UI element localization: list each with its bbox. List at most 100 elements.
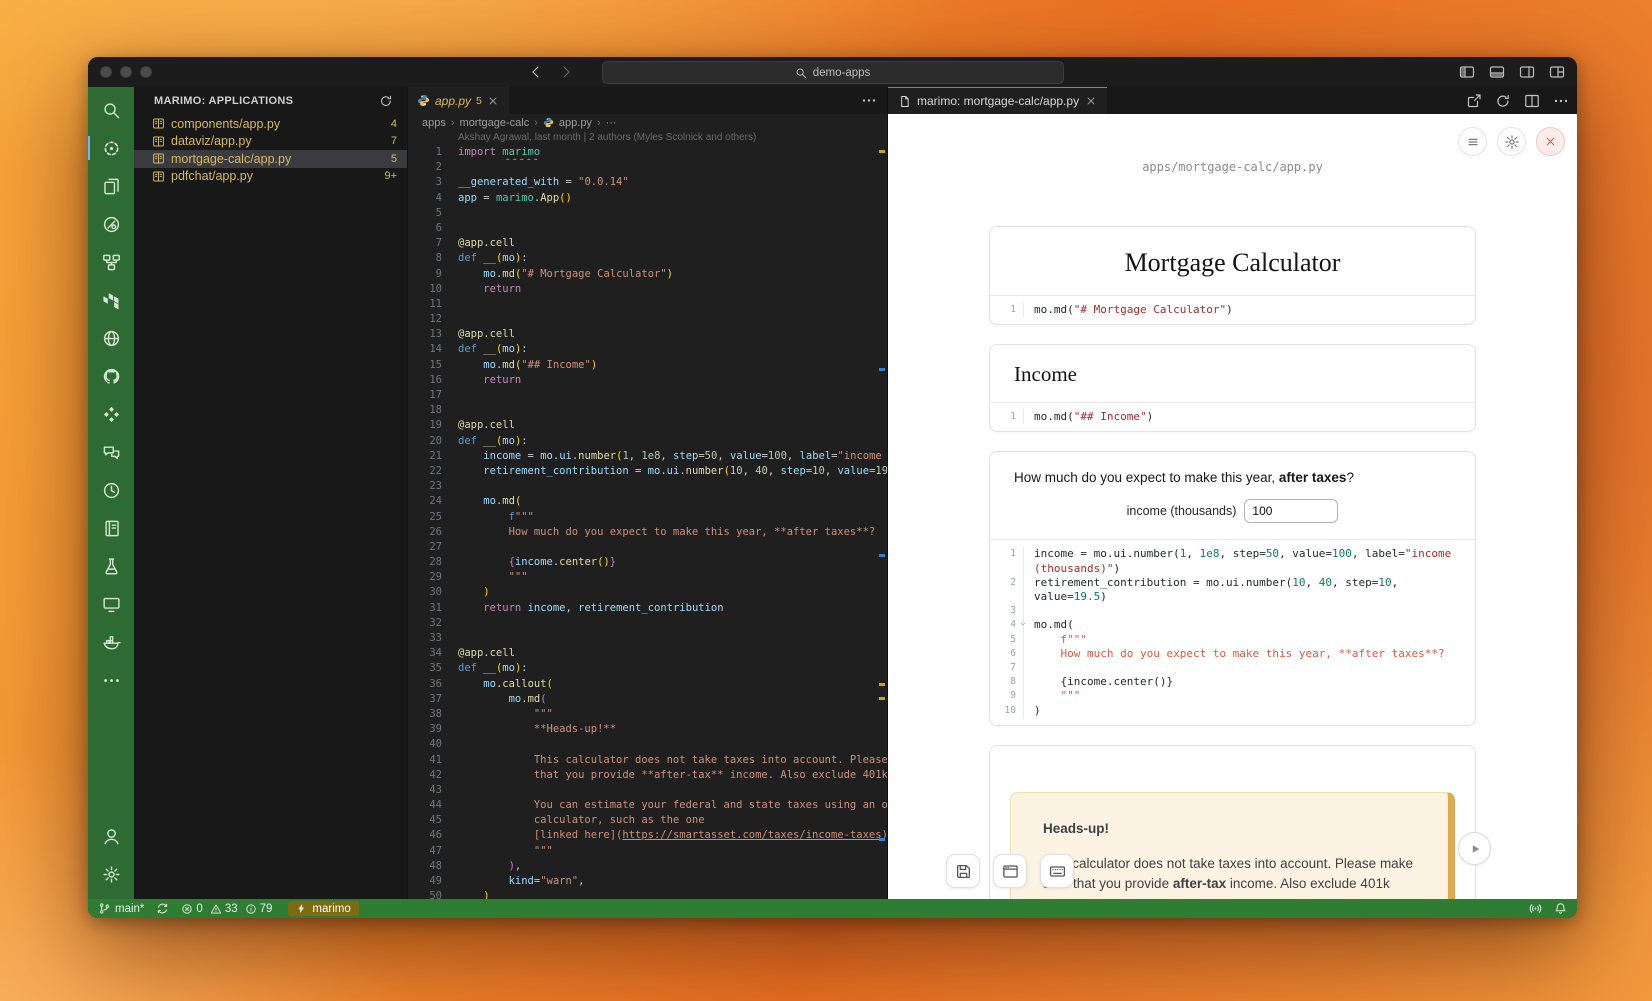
refresh-icon[interactable] — [379, 94, 393, 108]
command-center-search[interactable]: demo-apps — [602, 61, 1064, 84]
activity-docker-icon[interactable] — [88, 623, 134, 661]
code-editor[interactable]: 1import marimo2 3__generated_with = "0.0… — [408, 145, 887, 899]
activity-globe-icon[interactable] — [88, 319, 134, 357]
chevron-right-icon: › — [451, 117, 455, 129]
preview-code-line: 1income = mo.ui.number(1, 1e8, step=50, … — [996, 547, 1465, 575]
marimo-status-badge[interactable]: marimo — [288, 901, 358, 916]
run-cell-button[interactable] — [1458, 832, 1491, 865]
activity-notebook-icon[interactable] — [88, 509, 134, 547]
forward-icon[interactable] — [558, 64, 574, 80]
activity-remote-devices-icon[interactable] — [88, 585, 134, 623]
file-name: dataviz/app.py — [171, 134, 385, 148]
problems-item[interactable]: 0 33 79 — [181, 903, 276, 915]
activity-settings-gear-icon[interactable] — [88, 855, 134, 893]
docker-icon — [102, 633, 121, 652]
sidebar-file-row[interactable]: mortgage-calc/app.py5 — [134, 150, 407, 168]
broadcast-icon[interactable] — [1529, 902, 1542, 915]
activity-terraform-icon[interactable] — [88, 281, 134, 319]
settings-gear-icon — [102, 865, 121, 884]
code-line: 47 """ — [408, 844, 887, 859]
code-line: 33 — [408, 631, 887, 646]
zoom-window-button[interactable] — [140, 66, 152, 78]
search-icon — [795, 67, 807, 79]
income-input-label: income (thousands) — [1127, 504, 1237, 518]
activity-timeline-icon[interactable] — [88, 471, 134, 509]
code-line: 39 **Heads-up!** — [408, 722, 887, 737]
sync-icon[interactable] — [156, 902, 169, 915]
traffic-lights[interactable] — [100, 66, 152, 78]
more-actions-icon[interactable] — [1553, 93, 1569, 109]
activity-github-icon[interactable] — [88, 357, 134, 395]
notebook-file-icon — [152, 152, 165, 165]
cell-code[interactable]: 1mo.md("## Income") — [990, 402, 1475, 431]
code-line: 10 return — [408, 282, 887, 297]
code-line: 32 — [408, 616, 887, 631]
warning-count: 33 — [225, 903, 238, 915]
refresh-icon[interactable] — [1495, 93, 1511, 109]
overview-ruler[interactable] — [877, 87, 887, 899]
toggle-secondary-sidebar-icon[interactable] — [1519, 64, 1535, 80]
editor-actions-more-icon[interactable] — [861, 87, 877, 114]
info-icon — [245, 903, 257, 915]
sidebar-file-row[interactable]: dataviz/app.py 7 — [134, 133, 407, 151]
breadcrumb-item[interactable]: mortgage-calc — [460, 117, 530, 129]
toggle-sidebar-icon[interactable] — [1459, 64, 1475, 80]
code-line: 42 that you provide **after-tax** income… — [408, 768, 887, 783]
activity-bar — [88, 87, 134, 899]
bell-icon[interactable] — [1554, 902, 1567, 915]
breadcrumb-item[interactable]: apps — [422, 117, 446, 129]
breadcrumb[interactable]: apps › mortgage-calc › app.py › ··· — [408, 114, 887, 131]
income-input[interactable] — [1244, 499, 1338, 523]
tab-app-py[interactable]: app.py 5 — [408, 87, 509, 114]
cell-code[interactable]: 1mo.md("# Mortgage Calculator") — [990, 295, 1475, 324]
run-graph-icon — [102, 215, 121, 234]
git-branch-item[interactable]: main* — [98, 902, 144, 915]
activity-pages-icon[interactable] — [88, 167, 134, 205]
preview-code-line: 10) — [996, 704, 1465, 718]
customize-layout-icon[interactable] — [1549, 64, 1565, 80]
activity-pipeline-icon[interactable] — [88, 243, 134, 281]
back-icon[interactable] — [528, 64, 544, 80]
document-icon — [898, 95, 911, 108]
sidebar-file-row[interactable]: pdfchat/app.py9+ — [134, 168, 407, 186]
python-icon — [543, 117, 554, 128]
menu-button[interactable] — [1458, 127, 1487, 156]
activity-marimo-explorer-icon[interactable] — [88, 129, 134, 167]
settings-button[interactable] — [1497, 127, 1526, 156]
activity-search-icon[interactable] — [88, 91, 134, 129]
sidebar-file-row[interactable]: components/app.py4 — [134, 115, 407, 133]
cell-code[interactable]: 1income = mo.ui.number(1, 1e8, step=50, … — [990, 539, 1475, 724]
breadcrumb-item[interactable]: ··· — [606, 117, 617, 129]
tab-marimo-preview[interactable]: marimo: mortgage-calc/app.py — [888, 87, 1107, 114]
code-line: 35def __(mo): — [408, 661, 887, 676]
activity-comments-icon[interactable] — [88, 433, 134, 471]
callout-paragraph: This calculator does not take taxes into… — [1043, 854, 1416, 899]
account-icon — [102, 827, 121, 846]
close-window-button[interactable] — [100, 66, 112, 78]
activity-diamonds-icon[interactable] — [88, 395, 134, 433]
open-window-button[interactable] — [993, 854, 1027, 888]
problems-badge: 7 — [391, 135, 397, 147]
minimize-window-button[interactable] — [120, 66, 132, 78]
terraform-icon — [102, 291, 121, 310]
tab-label: marimo: mortgage-calc/app.py — [917, 94, 1079, 108]
tab-problems-badge: 5 — [476, 95, 482, 107]
keyboard-shortcuts-button[interactable] — [1040, 854, 1074, 888]
shutdown-button[interactable] — [1536, 127, 1565, 156]
activity-run-graph-icon[interactable] — [88, 205, 134, 243]
toggle-panel-icon[interactable] — [1489, 64, 1505, 80]
open-external-icon[interactable] — [1466, 93, 1482, 109]
fold-chevron-icon[interactable] — [1019, 620, 1027, 628]
activity-more-views-icon[interactable] — [88, 661, 134, 699]
save-icon — [955, 863, 972, 880]
close-icon[interactable] — [487, 95, 499, 107]
split-editor-icon[interactable] — [1524, 93, 1540, 109]
close-icon[interactable] — [1085, 95, 1097, 107]
code-line: 27 — [408, 540, 887, 555]
activity-account-icon[interactable] — [88, 817, 134, 855]
editor-tab-bar: app.py 5 — [408, 87, 887, 114]
save-button[interactable] — [946, 854, 980, 888]
breadcrumb-item[interactable]: app.py — [559, 117, 592, 129]
activity-test-beaker-icon[interactable] — [88, 547, 134, 585]
titlebar[interactable]: demo-apps — [88, 57, 1577, 87]
